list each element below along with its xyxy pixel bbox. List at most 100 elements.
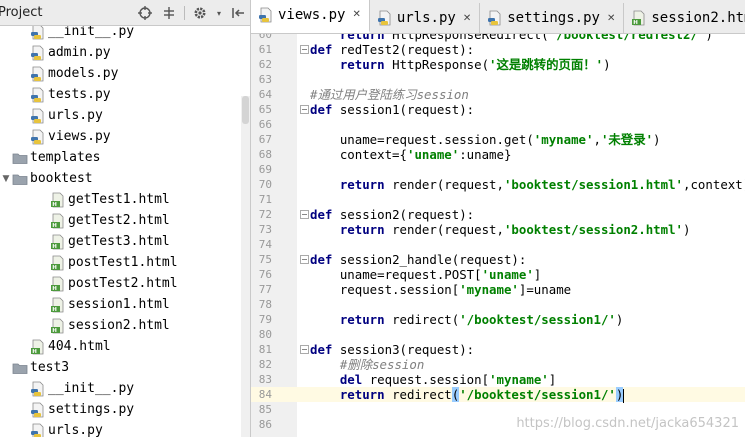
fold-toggle-icon[interactable] (300, 45, 309, 54)
close-icon[interactable]: ✕ (607, 13, 615, 24)
tree-item[interactable]: urls.py (0, 105, 250, 126)
code-text: def session2_handle(request): (310, 252, 526, 267)
line-number: 75 (258, 253, 272, 266)
code-token: redirect (384, 387, 452, 402)
project-tree: __init__.py admin.py models.py tests.py urls… (0, 26, 250, 437)
code-line[interactable]: 65 def session1(request): (251, 102, 745, 117)
code-editor[interactable]: 60 return HttpResponseRedirect('/booktes… (251, 34, 745, 437)
tree-item[interactable]: settings.py (0, 399, 250, 420)
code-line[interactable]: 66 (251, 117, 745, 132)
svg-text:H: H (634, 20, 639, 26)
line-number: 74 (258, 238, 272, 251)
code-line[interactable]: 82 #删除session (251, 357, 745, 372)
svg-text:H: H (32, 349, 37, 355)
tree-item[interactable]: Hsession1.html (0, 294, 250, 315)
code-line[interactable]: 76 uname=request.POST['uname'] (251, 267, 745, 282)
html-file-icon: H (50, 192, 66, 208)
tree-item-label: getTest1.html (68, 192, 170, 207)
gear-icon[interactable] (191, 4, 209, 22)
code-line[interactable]: 63 (251, 72, 745, 87)
code-line[interactable]: 67 uname=request.session.get('myname','未… (251, 132, 745, 147)
code-token: context={ (310, 147, 407, 162)
tree-item[interactable]: HgetTest1.html (0, 189, 250, 210)
tree-item[interactable]: views.py (0, 126, 250, 147)
tree-item[interactable]: HgetTest3.html (0, 231, 250, 252)
code-line[interactable]: 60 return HttpResponseRedirect('/booktes… (251, 34, 745, 42)
code-line[interactable]: 81 def session3(request): (251, 342, 745, 357)
chevron-down-icon[interactable]: ▾ (215, 4, 223, 22)
code-token: uname=request.POST[ (310, 267, 482, 282)
code-line[interactable]: 61 def redTest2(request): (251, 42, 745, 57)
editor-tab[interactable]: settings.py ✕ (480, 3, 625, 33)
tree-item[interactable]: HgetTest2.html (0, 210, 250, 231)
tree-item[interactable]: __init__.py (0, 26, 250, 42)
code-line[interactable]: 64 #通过用户登陆练习session (251, 87, 745, 102)
string-token: 'myname' (489, 372, 549, 387)
code-token: ]=uname (518, 282, 572, 297)
tree-item[interactable]: templates (0, 147, 250, 168)
tree-item[interactable]: H 404.html (0, 336, 250, 357)
line-number: 84 (258, 388, 272, 401)
tree-item[interactable]: ▼ booktest (0, 168, 250, 189)
code-line[interactable]: 74 (251, 237, 745, 252)
collapse-all-icon[interactable] (160, 4, 178, 22)
code-line[interactable]: 75 def session2_handle(request): (251, 252, 745, 267)
tree-item-label: urls.py (48, 108, 103, 123)
line-number: 67 (258, 133, 272, 146)
code-line[interactable]: 80 (251, 327, 745, 342)
tree-item-label: admin.py (48, 45, 111, 60)
tree-item[interactable]: HpostTest1.html (0, 252, 250, 273)
editor-tab[interactable]: urls.py ✕ (370, 3, 481, 33)
svg-text:H: H (52, 223, 57, 229)
code-line[interactable]: 77 request.session['myname']=uname (251, 282, 745, 297)
fold-toggle-icon[interactable] (300, 105, 309, 114)
scrollbar-thumb[interactable] (242, 96, 249, 124)
code-token: render(request, (384, 222, 504, 237)
keyword-token: def (310, 207, 333, 222)
code-line[interactable]: 78 (251, 297, 745, 312)
code-line[interactable]: 62 return HttpResponse('这是跳转的页面！') (251, 57, 745, 72)
tree-item[interactable]: Hsession2.html (0, 315, 250, 336)
project-view-selector[interactable]: Project (0, 5, 42, 20)
tree-item[interactable]: urls.py (0, 420, 250, 437)
tree-item-label: views.py (48, 129, 111, 144)
code-line[interactable]: 72 def session2(request): (251, 207, 745, 222)
code-token: session3(request): (332, 342, 475, 357)
code-line[interactable]: 73 return render(request,'booktest/sessi… (251, 222, 745, 237)
project-tree-scrollbar[interactable] (241, 96, 250, 437)
code-token: ] (548, 372, 557, 387)
code-line[interactable]: 68 context={'uname':uname} (251, 147, 745, 162)
tree-item[interactable]: admin.py (0, 42, 250, 63)
close-icon[interactable]: ✕ (352, 9, 360, 20)
code-line[interactable]: 71 (251, 192, 745, 207)
editor-tab[interactable]: views.py ✕ (251, 0, 370, 33)
svg-text:H: H (52, 328, 57, 334)
code-line[interactable]: 84 return redirect('/booktest/session1/'… (251, 387, 745, 403)
tree-item[interactable]: tests.py (0, 84, 250, 105)
code-text: #删除session (310, 357, 424, 372)
fold-toggle-icon[interactable] (300, 255, 309, 264)
code-line[interactable]: 70 return render(request,'booktest/sessi… (251, 177, 745, 192)
hide-panel-icon[interactable] (229, 4, 247, 22)
code-line[interactable]: 79 return redirect('/booktest/session1/'… (251, 312, 745, 327)
locate-target-icon[interactable] (136, 4, 154, 22)
tree-item[interactable]: test3 (0, 357, 250, 378)
tree-item-label: test3 (30, 360, 70, 375)
close-icon[interactable]: ✕ (463, 13, 471, 24)
keyword-token: return (339, 312, 385, 327)
code-token: , (593, 132, 601, 147)
tree-item[interactable]: HpostTest2.html (0, 273, 250, 294)
code-line[interactable]: 85 (251, 402, 745, 417)
code-lines: 60 return HttpResponseRedirect('/booktes… (251, 34, 745, 432)
editor-tab[interactable]: Hsession2.html (624, 3, 745, 33)
code-line[interactable]: 83 del request.session['myname'] (251, 372, 745, 387)
fold-toggle-icon[interactable] (300, 345, 309, 354)
tree-item-label: __init__.py (48, 26, 135, 39)
watermark: https://blog.csdn.net/jacka654321 (516, 416, 739, 431)
code-token: ) (615, 312, 624, 327)
tree-item[interactable]: models.py (0, 63, 250, 84)
expand-arrow-icon[interactable]: ▼ (0, 174, 12, 184)
code-line[interactable]: 69 (251, 162, 745, 177)
tree-item[interactable]: __init__.py (0, 378, 250, 399)
fold-toggle-icon[interactable] (300, 210, 309, 219)
